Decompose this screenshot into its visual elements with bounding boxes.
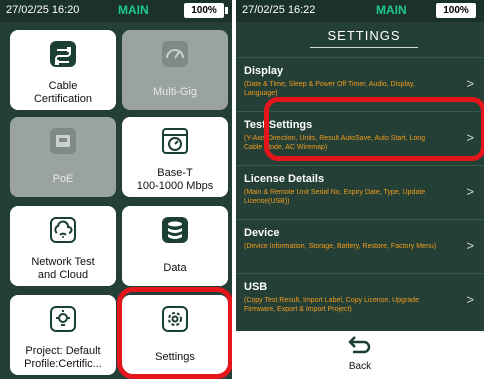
tile-label: Data xyxy=(163,262,187,274)
item-description: (Device Information, Storage, Battery, R… xyxy=(244,243,437,250)
back-button[interactable]: Back xyxy=(236,331,484,379)
item-description: (Main & Remote Unit Serial No, Expiry Da… xyxy=(244,189,426,205)
settings-item-usb[interactable]: USB (Copy Test Result, Import Label, Cop… xyxy=(236,273,484,328)
item-description: (Date & Time, Sleep & Power Off Timer, A… xyxy=(244,81,415,97)
item-title: USB xyxy=(244,281,268,293)
chevron-right-icon: > xyxy=(466,292,474,307)
item-title: License Details xyxy=(244,173,325,185)
main-menu-screen: 27/02/25 16:20 MAIN 100% Cable Certifica… xyxy=(0,0,232,379)
test-settings-highlight xyxy=(264,97,484,161)
database-icon xyxy=(162,217,188,243)
tile-project[interactable]: Project: Default Profile:Certific... xyxy=(10,295,116,375)
back-arrow-icon xyxy=(348,336,371,354)
tile-label: Cable Certification xyxy=(33,80,93,105)
heading-underline xyxy=(310,47,418,48)
chevron-right-icon: > xyxy=(466,184,474,199)
status-bar: 27/02/25 16:20 MAIN 100% xyxy=(0,0,232,22)
tile-label: PoE xyxy=(52,173,74,185)
settings-screen: 27/02/25 16:22 MAIN 100% SETTINGS Displa… xyxy=(236,0,484,379)
settings-item-device[interactable]: Device (Device Information, Storage, Bat… xyxy=(236,219,484,274)
screen-title: MAIN xyxy=(118,3,149,17)
speed-meter-icon xyxy=(162,128,188,154)
status-bar: 27/02/25 16:22 MAIN 100% xyxy=(236,0,484,22)
battery-indicator: 100% xyxy=(184,3,224,18)
item-title: Device xyxy=(244,227,280,239)
tile-label: Network Test and Cloud xyxy=(31,256,95,281)
chevron-right-icon: > xyxy=(466,76,474,91)
tile-label: Project: Default Profile:Certific... xyxy=(24,345,102,370)
cable-icon xyxy=(50,41,76,67)
tile-label: Base-T 100-1000 Mbps xyxy=(136,167,214,192)
back-label: Back xyxy=(348,361,372,372)
status-time: 27/02/25 16:22 xyxy=(242,4,316,16)
lightbulb-icon xyxy=(50,306,76,332)
screen-title: MAIN xyxy=(376,3,407,17)
chevron-right-icon: > xyxy=(466,238,474,253)
tile-cable-certification[interactable]: Cable Certification xyxy=(10,30,116,110)
tile-poe[interactable]: PoE xyxy=(10,117,116,197)
item-title: Display xyxy=(244,65,284,77)
settings-highlight xyxy=(117,287,232,379)
cloud-wifi-icon xyxy=(50,217,76,243)
tile-data[interactable]: Data xyxy=(122,206,228,286)
status-time: 27/02/25 16:20 xyxy=(6,4,80,16)
settings-item-license[interactable]: License Details (Main & Remote Unit Seri… xyxy=(236,165,484,220)
battery-indicator: 100% xyxy=(436,3,476,18)
tile-network-test[interactable]: Network Test and Cloud xyxy=(10,206,116,286)
tile-base-t[interactable]: Base-T 100-1000 Mbps xyxy=(122,117,228,197)
tile-multi-gig[interactable]: Multi-Gig xyxy=(122,30,228,110)
battery-nub xyxy=(225,7,228,14)
tile-label: Multi-Gig xyxy=(152,86,197,98)
ethernet-port-icon xyxy=(50,128,76,154)
item-description: (Copy Test Result, Import Label, Copy Li… xyxy=(244,297,419,313)
settings-heading: SETTINGS xyxy=(327,28,401,43)
speedometer-icon xyxy=(162,41,188,67)
